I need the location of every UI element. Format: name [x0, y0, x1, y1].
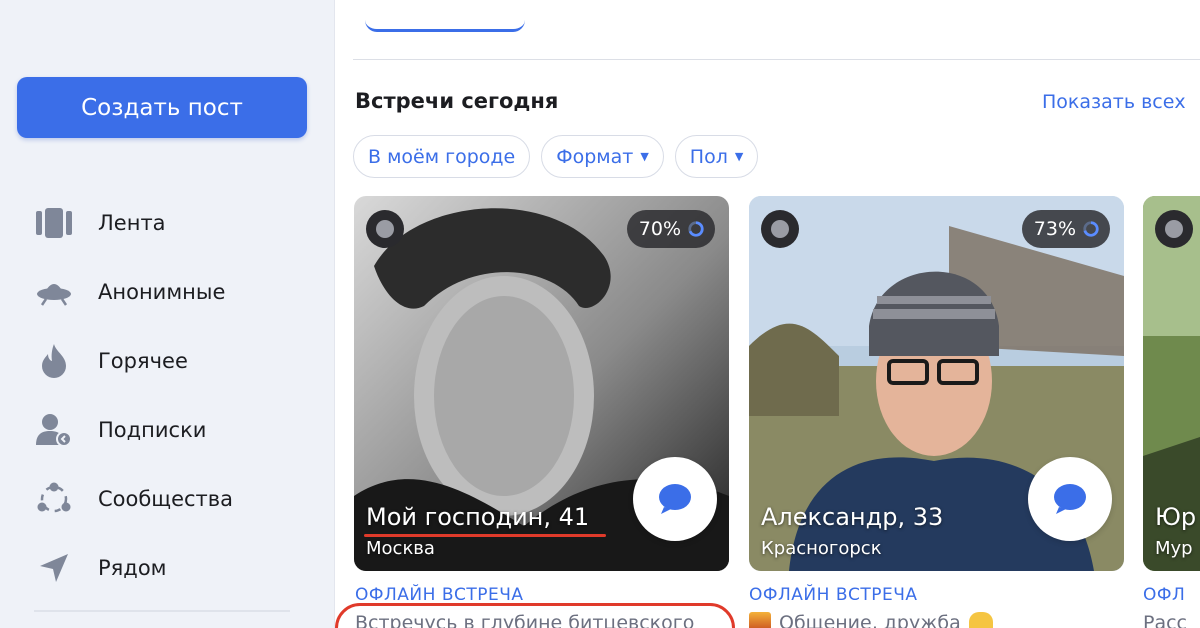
person-name: Александр, 33 [761, 503, 944, 531]
meeting-description: Общение, дружба [779, 612, 961, 628]
sidebar-item-hot[interactable]: Горячее [0, 326, 335, 395]
sidebar-item-subscriptions[interactable]: Подписки [0, 395, 335, 464]
meeting-card[interactable]: Юр Мур [1143, 196, 1200, 571]
filter-bar: В моём городе Формат ▼ Пол ▼ [353, 135, 769, 178]
fire-emoji-icon [749, 612, 771, 628]
person-city: Мур [1155, 538, 1193, 559]
sidebar-divider [34, 610, 290, 612]
top-tab-indicator[interactable] [365, 0, 525, 32]
caret-down-icon: ▼ [640, 150, 649, 163]
meeting-type: ОФЛ [1143, 585, 1186, 605]
caret-down-icon: ▼ [734, 150, 744, 163]
online-status-indicator [1155, 210, 1193, 248]
annotation-underline [364, 534, 606, 537]
section-title: Встречи сегодня [355, 89, 559, 113]
match-progress-icon [688, 221, 704, 237]
filter-label: Пол [689, 145, 728, 168]
filter-label: В моём городе [368, 145, 516, 168]
feed-icon [36, 205, 72, 241]
person-name: Мой господин, 41 [366, 503, 590, 531]
match-progress-icon [1083, 221, 1099, 237]
show-all-link[interactable]: Показать всех [1042, 91, 1186, 113]
meeting-type: ОФЛАЙН ВСТРЕЧА [355, 585, 524, 605]
meeting-description-row: Общение, дружба [749, 612, 993, 628]
ufo-icon [36, 274, 72, 310]
filter-format-dropdown[interactable]: Формат ▼ [541, 135, 664, 178]
sidebar-nav: Лента Анонимные Горячее Подписки Сообщес… [0, 188, 335, 602]
location-arrow-icon [36, 550, 72, 586]
chat-bubble-icon [1054, 484, 1086, 514]
person-city: Москва [366, 538, 435, 559]
filter-label: Формат [556, 145, 634, 168]
chat-bubble-icon [659, 484, 691, 514]
annotation-circle [335, 603, 735, 628]
match-badge: 70% [626, 210, 715, 248]
meeting-card[interactable]: 73% Александр, 33 Красногорск [749, 196, 1124, 571]
sidebar-item-label: Рядом [98, 555, 167, 580]
flame-icon [36, 343, 72, 379]
online-status-indicator [366, 210, 404, 248]
sidebar-item-label: Лента [98, 210, 166, 235]
waving-hand-icon [968, 612, 993, 628]
meeting-type: ОФЛАЙН ВСТРЕЧА [749, 585, 918, 605]
person-city: Красногорск [761, 538, 882, 559]
sidebar-item-communities[interactable]: Сообщества [0, 464, 335, 533]
main-content: Встречи сегодня Показать всех В моём гор… [335, 0, 1200, 628]
sidebar-item-label: Анонимные [98, 279, 226, 304]
subscriptions-icon [36, 412, 72, 448]
meeting-description: Расс [1143, 612, 1187, 628]
person-name: Юр [1155, 503, 1197, 531]
sidebar: Создать пост Лента Анонимные Горячее Под… [0, 0, 335, 628]
meeting-card[interactable]: 70% Мой господин, 41 Москва [354, 196, 729, 571]
sidebar-item-anonymous[interactable]: Анонимные [0, 257, 335, 326]
sidebar-item-nearby[interactable]: Рядом [0, 533, 335, 602]
filter-gender-dropdown[interactable]: Пол ▼ [674, 135, 759, 178]
divider [353, 59, 1200, 60]
message-button[interactable] [633, 457, 717, 541]
match-percent: 73% [1033, 218, 1076, 240]
sidebar-item-label: Подписки [98, 417, 207, 442]
online-status-indicator [761, 210, 799, 248]
sidebar-item-label: Горячее [98, 348, 188, 373]
app-logo-icon[interactable] [28, 0, 92, 18]
match-percent: 70% [638, 218, 681, 240]
match-badge: 73% [1021, 210, 1110, 248]
filter-my-city[interactable]: В моём городе [353, 135, 531, 178]
create-post-button[interactable]: Создать пост [17, 77, 307, 138]
message-button[interactable] [1028, 457, 1112, 541]
sidebar-item-label: Сообщества [98, 486, 234, 511]
communities-icon [36, 481, 72, 517]
sidebar-item-feed[interactable]: Лента [0, 188, 335, 257]
